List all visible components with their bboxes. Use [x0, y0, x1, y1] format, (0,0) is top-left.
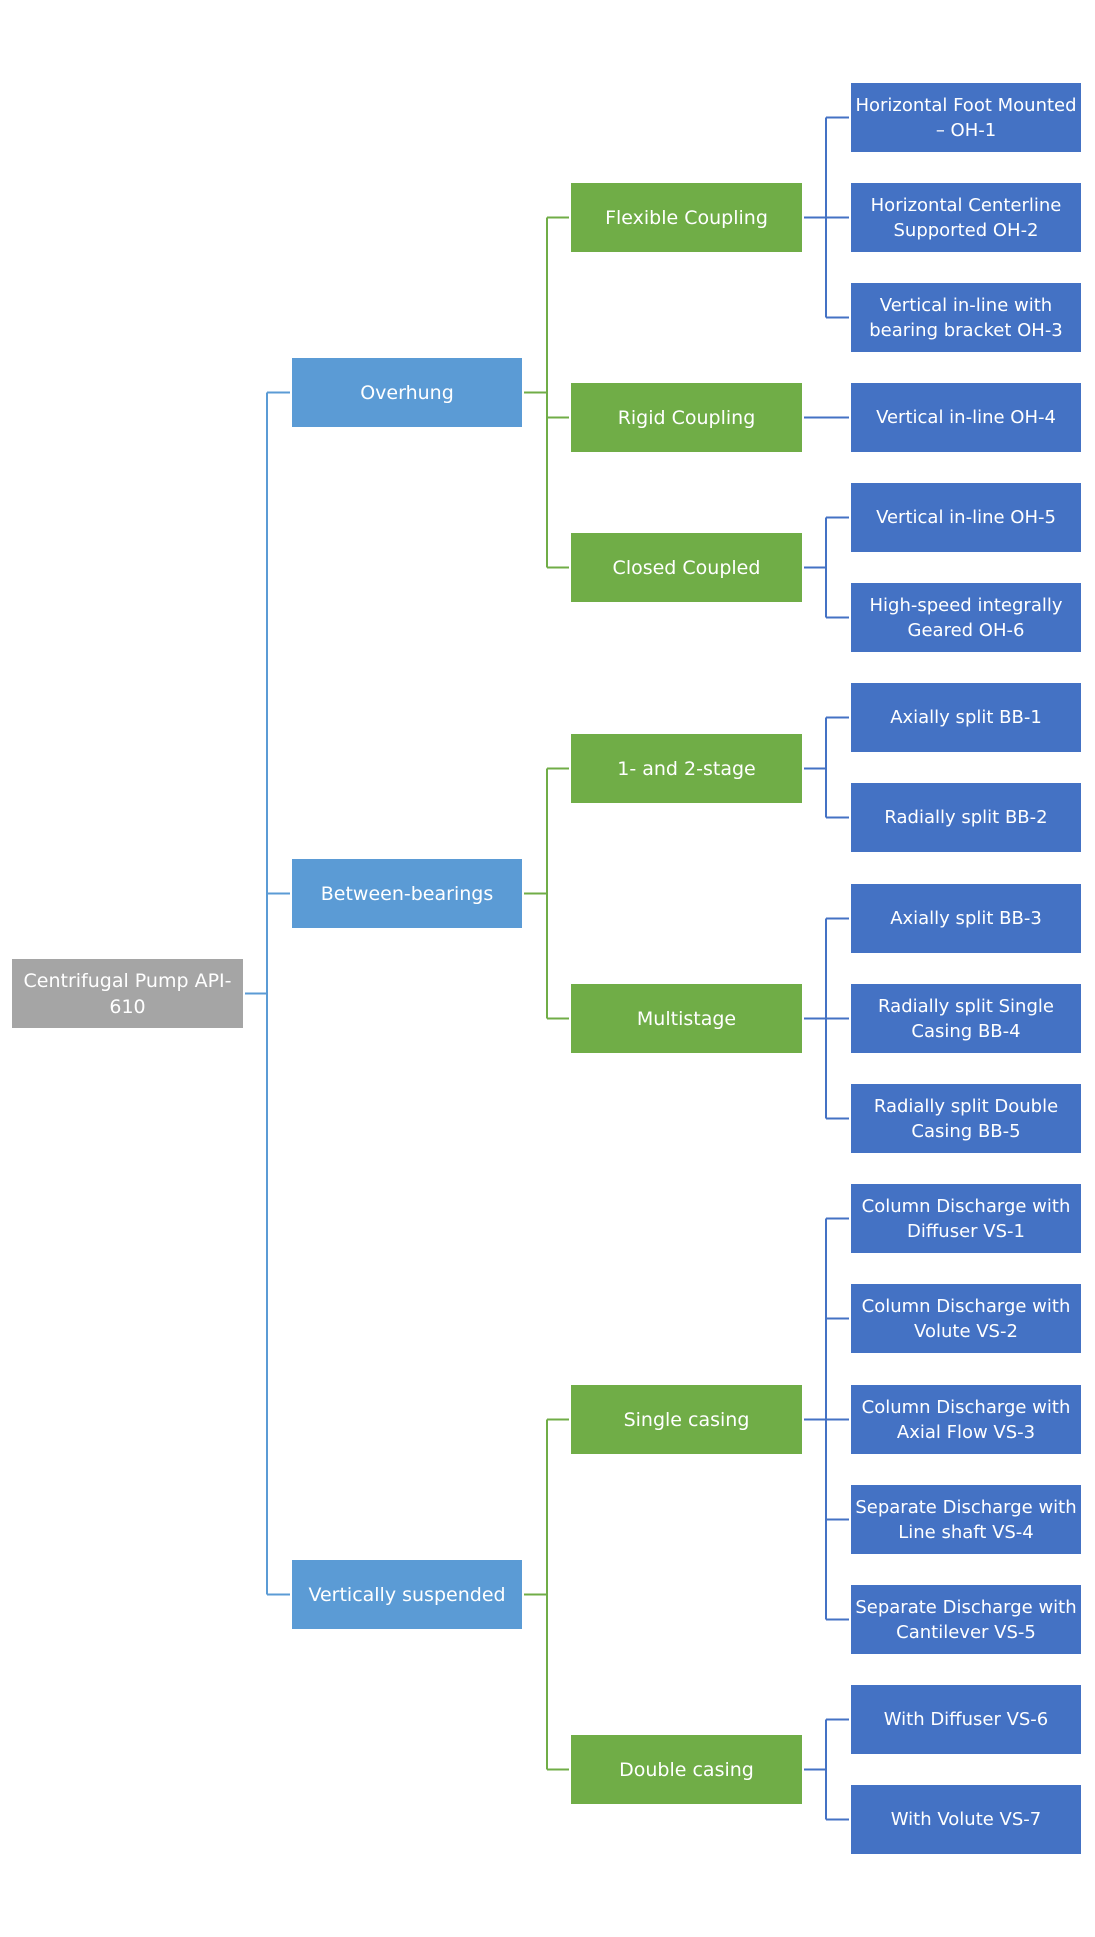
type-vs-2: Column Discharge with Volute VS-2	[851, 1284, 1081, 1353]
type-vs-1: Column Discharge with Diffuser VS-1	[851, 1184, 1081, 1253]
type-bb-2: Radially split BB-2	[851, 783, 1081, 852]
type-oh-1: Horizontal Foot Mounted – OH-1	[851, 83, 1081, 152]
type-bb-3: Axially split BB-3	[851, 884, 1081, 953]
type-oh-4: Vertical in-line OH-4	[851, 383, 1081, 452]
type-vs-6: With Diffuser VS-6	[851, 1685, 1081, 1754]
category-between-bearings: Between-bearings	[292, 859, 522, 928]
subcategory-double-casing: Double casing	[571, 1735, 802, 1804]
subcategory-multistage: Multistage	[571, 984, 802, 1053]
type-oh-6: High-speed integrally Geared OH-6	[851, 583, 1081, 652]
type-oh-2: Horizontal Centerline Supported OH-2	[851, 183, 1081, 252]
type-oh-5: Vertical in-line OH-5	[851, 483, 1081, 552]
type-vs-7: With Volute VS-7	[851, 1785, 1081, 1854]
subcategory-rigid-coupling: Rigid Coupling	[571, 383, 802, 452]
subcategory-closed-coupled: Closed Coupled	[571, 533, 802, 602]
subcategory-flexible-coupling: Flexible Coupling	[571, 183, 802, 252]
category-vertically-suspended: Vertically suspended	[292, 1560, 522, 1629]
type-bb-5: Radially split Double Casing BB-5	[851, 1084, 1081, 1153]
category-overhung: Overhung	[292, 358, 522, 427]
subcategory-single-casing: Single casing	[571, 1385, 802, 1454]
subcategory-1-2-stage: 1- and 2-stage	[571, 734, 802, 803]
root-node: Centrifugal Pump API-610	[12, 959, 243, 1028]
type-bb-4: Radially split Single Casing BB-4	[851, 984, 1081, 1053]
type-oh-3: Vertical in-line with bearing bracket OH…	[851, 283, 1081, 352]
type-bb-1: Axially split BB-1	[851, 683, 1081, 752]
type-vs-5: Separate Discharge with Cantilever VS-5	[851, 1585, 1081, 1654]
type-vs-4: Separate Discharge with Line shaft VS-4	[851, 1485, 1081, 1554]
type-vs-3: Column Discharge with Axial Flow VS-3	[851, 1385, 1081, 1454]
